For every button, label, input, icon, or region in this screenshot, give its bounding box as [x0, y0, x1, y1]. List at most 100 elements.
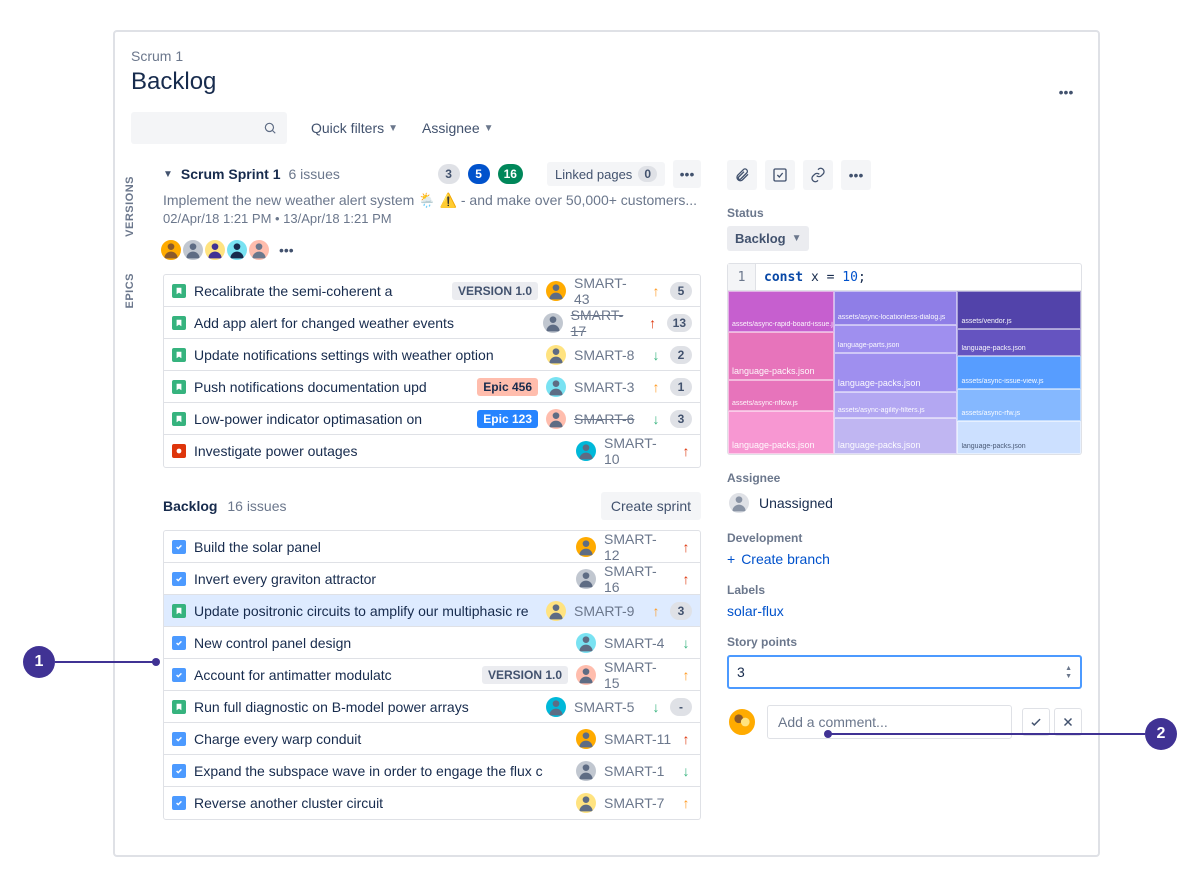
issue-row[interactable]: Add app alert for changed weather events…	[164, 307, 700, 339]
assignee-avatar	[576, 441, 596, 461]
issue-key[interactable]: SMART-6	[574, 411, 642, 427]
sprint-more-button[interactable]: •••	[673, 160, 701, 188]
assignee-avatar	[546, 345, 566, 365]
chevron-down-icon[interactable]: ▼	[163, 169, 173, 180]
filters-row: Quick filters▼ Assignee▼	[115, 108, 1098, 160]
issue-key[interactable]: SMART-43	[574, 275, 642, 307]
avatar[interactable]	[225, 238, 249, 262]
story-points-input[interactable]: 3 ▲▼	[727, 655, 1082, 689]
code-line-number: 1	[728, 264, 756, 290]
issue-row[interactable]: Low-power indicator optimasation onEpic …	[164, 403, 700, 435]
issue-key[interactable]: SMART-16	[604, 563, 672, 595]
issue-row[interactable]: Expand the subspace wave in order to eng…	[164, 755, 700, 787]
issue-key[interactable]: SMART-12	[604, 531, 672, 563]
avatar[interactable]	[203, 238, 227, 262]
issue-key[interactable]: SMART-5	[574, 699, 642, 715]
task-type-icon	[172, 636, 186, 650]
issue-key[interactable]: SMART-15	[604, 659, 672, 691]
search-input[interactable]	[131, 112, 287, 144]
issue-key[interactable]: SMART-4	[604, 635, 672, 651]
issue-row[interactable]: Invert every graviton attractorSMART-16↑	[164, 563, 700, 595]
more-actions-button[interactable]: •••	[1050, 76, 1082, 108]
attachment-button[interactable]	[727, 160, 757, 190]
task-type-icon	[172, 732, 186, 746]
quick-filters-dropdown[interactable]: Quick filters▼	[311, 120, 398, 136]
issue-key[interactable]: SMART-17	[571, 307, 639, 339]
sprint-issue-count: 6 issues	[289, 166, 340, 182]
issue-title: Push notifications documentation upd	[194, 379, 469, 395]
breadcrumb[interactable]: Scrum 1	[115, 32, 1098, 68]
linked-pages-button[interactable]: Linked pages 0	[547, 162, 665, 186]
sprint-issues-table: Recalibrate the semi-coherent aVERSION 1…	[163, 274, 701, 468]
number-spinner-icon[interactable]: ▲▼	[1065, 665, 1072, 680]
label-chip[interactable]: solar-flux	[727, 603, 1082, 619]
priority-low-icon: ↓	[680, 635, 692, 651]
create-branch-link[interactable]: + Create branch	[727, 551, 1082, 567]
issue-title: Account for antimatter modulatc	[194, 667, 474, 683]
issue-title: Charge every warp conduit	[194, 731, 568, 747]
assignee-avatar	[546, 409, 566, 429]
issue-key[interactable]: SMART-9	[574, 603, 642, 619]
story-points-label: Story points	[727, 635, 1082, 649]
epic-badge[interactable]: Epic 123	[477, 410, 538, 428]
priority-high-icon: ↑	[680, 539, 692, 555]
create-sprint-button[interactable]: Create sprint	[601, 492, 701, 520]
assignee-value[interactable]: Unassigned	[727, 491, 1082, 515]
avatar[interactable]	[181, 238, 205, 262]
priority-low-icon: ↓	[650, 347, 662, 363]
assignee-avatar	[543, 313, 563, 333]
paperclip-icon	[734, 167, 750, 183]
issue-row[interactable]: Investigate power outagesSMART-10↑	[164, 435, 700, 467]
issue-key[interactable]: SMART-10	[604, 435, 672, 467]
issue-title: New control panel design	[194, 635, 568, 651]
issue-key[interactable]: SMART-1	[604, 763, 672, 779]
detail-toolbar: •••	[727, 160, 1082, 190]
issue-row[interactable]: Update positronic circuits to amplify ou…	[164, 595, 700, 627]
subtask-button[interactable]	[765, 160, 795, 190]
chevron-down-icon: ▼	[484, 123, 494, 134]
assignee-avatar	[576, 569, 596, 589]
issue-row[interactable]: Account for antimatter modulatcVERSION 1…	[164, 659, 700, 691]
issue-key[interactable]: SMART-7	[604, 795, 672, 811]
issue-title: Reverse another cluster circuit	[194, 795, 568, 811]
priority-medium-icon: ↑	[650, 603, 662, 619]
annotation-1-line	[55, 661, 155, 663]
priority-high-icon: ↑	[647, 315, 659, 331]
issue-row[interactable]: Reverse another cluster circuitSMART-7↑	[164, 787, 700, 819]
issue-row[interactable]: Build the solar panelSMART-12↑	[164, 531, 700, 563]
close-icon	[1061, 715, 1075, 729]
assignee-avatar	[576, 793, 596, 813]
avatar[interactable]	[159, 238, 183, 262]
treemap-attachment[interactable]: assets/async-rapid-board-issue.js langua…	[727, 291, 1082, 455]
issue-title: Investigate power outages	[194, 443, 568, 459]
status-dropdown[interactable]: Backlog ▼	[727, 226, 809, 251]
issue-row[interactable]: Update notifications settings with weath…	[164, 339, 700, 371]
comment-submit-button[interactable]	[1022, 708, 1050, 736]
avatars-more-button[interactable]: •••	[279, 242, 294, 258]
sprint-title[interactable]: Scrum Sprint 1	[181, 166, 281, 182]
issue-row[interactable]: Recalibrate the semi-coherent aVERSION 1…	[164, 275, 700, 307]
epic-badge[interactable]: Epic 456	[477, 378, 538, 396]
issue-title: Update positronic circuits to amplify ou…	[194, 603, 538, 619]
backlog-section-header: Backlog 16 issues Create sprint	[163, 492, 701, 520]
issue-key[interactable]: SMART-8	[574, 347, 642, 363]
story-type-icon	[172, 380, 186, 394]
task-type-icon	[172, 540, 186, 554]
issue-key[interactable]: SMART-11	[604, 731, 672, 747]
epics-tab[interactable]: EPICS	[124, 273, 136, 309]
avatar[interactable]	[247, 238, 271, 262]
issue-row[interactable]: Charge every warp conduitSMART-11↑	[164, 723, 700, 755]
sprint-header: ▼ Scrum Sprint 1 6 issues 3 5 16 Linked …	[163, 160, 701, 188]
issue-row[interactable]: Push notifications documentation upd Epic…	[164, 371, 700, 403]
story-points-badge: 2	[670, 346, 692, 364]
issue-key[interactable]: SMART-3	[574, 379, 642, 395]
story-type-icon	[172, 700, 186, 714]
link-button[interactable]	[803, 160, 833, 190]
detail-more-button[interactable]: •••	[841, 160, 871, 190]
assignee-filter-dropdown[interactable]: Assignee▼	[422, 120, 494, 136]
versions-tab[interactable]: VERSIONS	[124, 176, 136, 237]
issue-row[interactable]: New control panel design SMART-4 ↓	[164, 627, 700, 659]
assignee-label: Assignee	[727, 471, 1082, 485]
comment-cancel-button[interactable]	[1054, 708, 1082, 736]
issue-row[interactable]: Run full diagnostic on B-model power arr…	[164, 691, 700, 723]
